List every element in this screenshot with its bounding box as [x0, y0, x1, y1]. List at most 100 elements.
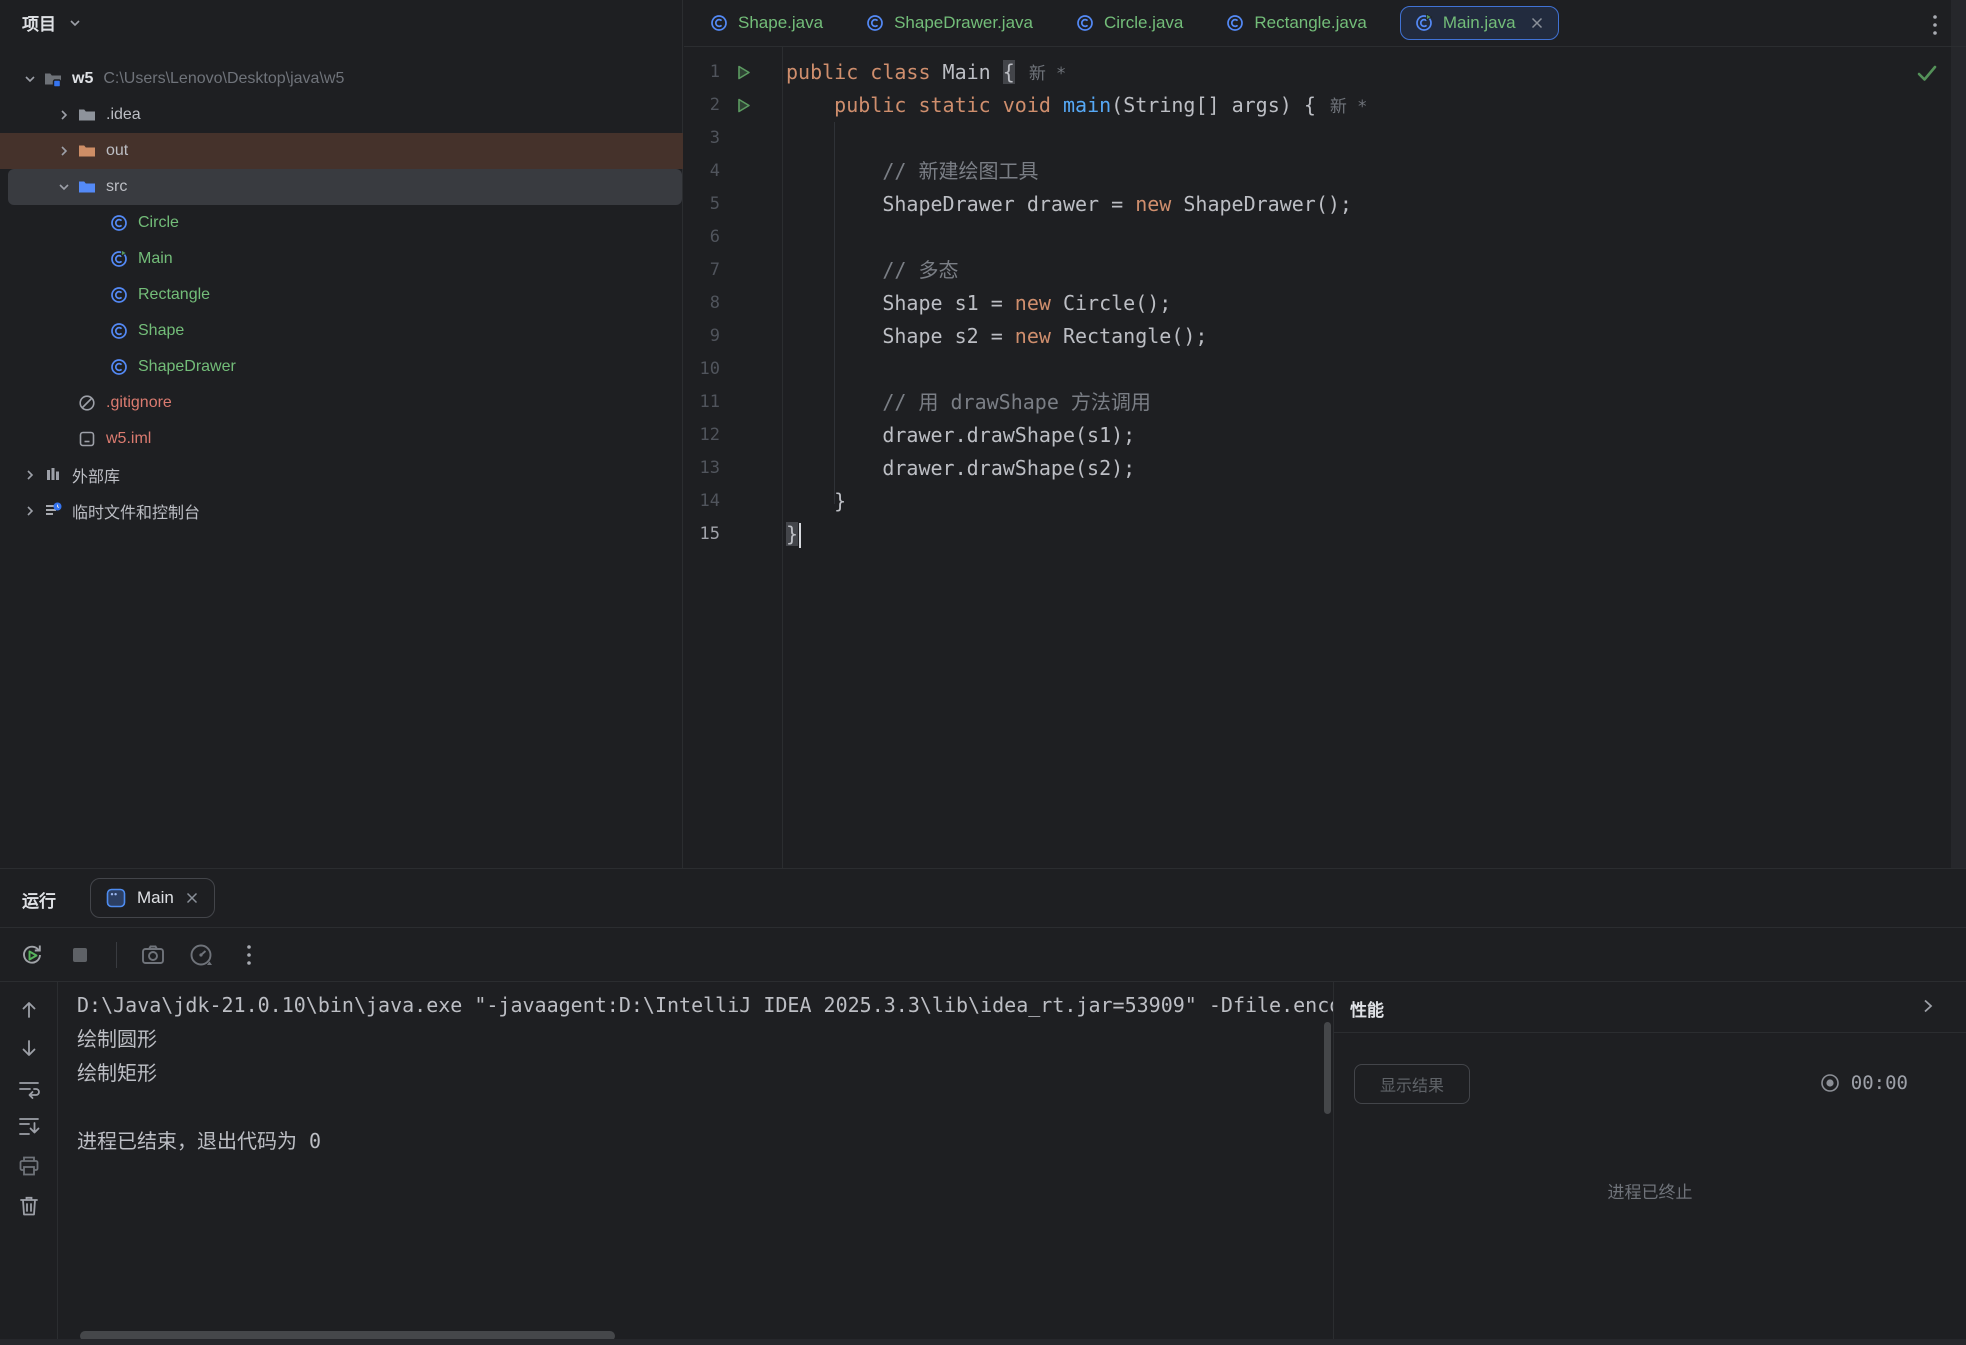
- snapshot-camera-button[interactable]: [139, 941, 167, 969]
- run-panel-title: 运行: [22, 887, 56, 912]
- code-line-7[interactable]: // 多态: [786, 254, 1950, 287]
- scroll-to-end-button[interactable]: [15, 1112, 43, 1140]
- java-class-icon: [108, 285, 130, 305]
- chevron-right-icon[interactable]: [1918, 996, 1938, 1016]
- stop-button[interactable]: [66, 941, 94, 969]
- scroll-up-button[interactable]: [15, 996, 43, 1024]
- tree-item-w5[interactable]: w5C:\Users\Lenovo\Desktop\java\w5: [0, 61, 683, 97]
- row-highlight: [0, 133, 683, 169]
- line-number: 3: [684, 122, 720, 155]
- chevron-right-icon[interactable]: [18, 466, 42, 484]
- code-line-10[interactable]: [786, 353, 1950, 386]
- close-icon[interactable]: [184, 890, 200, 906]
- row-highlight: [0, 349, 683, 385]
- code-line-1[interactable]: public class Main {新 *: [786, 56, 1950, 89]
- code-token: [906, 93, 918, 117]
- run-config-tab-main[interactable]: Main: [90, 878, 215, 918]
- code-line-14[interactable]: }: [786, 485, 1950, 518]
- ignored-file-icon: [76, 393, 98, 413]
- code-line-11[interactable]: // 用 drawShape 方法调用: [786, 386, 1950, 419]
- row-highlight: [0, 205, 683, 241]
- soft-wrap-button[interactable]: [15, 1074, 43, 1102]
- line-number: 8: [684, 287, 720, 320]
- profiler-gauge-button[interactable]: [187, 941, 215, 969]
- tree-item-.gitignore[interactable]: .gitignore: [0, 385, 683, 421]
- code-line-9[interactable]: Shape s2 = new Rectangle();: [786, 320, 1950, 353]
- tree-item-.idea[interactable]: .idea: [0, 97, 683, 133]
- code-line-2[interactable]: public static void main(String[] args) {…: [786, 89, 1950, 122]
- print-button[interactable]: [15, 1152, 43, 1180]
- run-line-icon[interactable]: [732, 89, 754, 122]
- code-token: [786, 93, 834, 117]
- chevron-right-icon[interactable]: [18, 502, 42, 520]
- more-options-kebab-button[interactable]: [235, 941, 263, 969]
- run-line-icon[interactable]: [732, 56, 754, 89]
- run-tool-window: 运行 Main D:\Java\jdk-21.0.10\bin\java.exe…: [0, 868, 1966, 1345]
- tree-item-label: Main: [138, 250, 173, 268]
- editor-tab-Rectangle.java[interactable]: Rectangle.java: [1204, 0, 1387, 47]
- tab-label: Main.java: [1443, 13, 1516, 33]
- editor-scrollbar-track[interactable]: [1951, 0, 1966, 868]
- code-token: }: [786, 522, 798, 546]
- line-number: 14: [684, 485, 720, 518]
- tree-item-label: .gitignore: [106, 394, 172, 412]
- chevron-right-icon[interactable]: [52, 106, 76, 124]
- scroll-down-button[interactable]: [15, 1034, 43, 1062]
- vcs-author-inlay-hint: 新 *: [1316, 97, 1367, 117]
- code-line-12[interactable]: drawer.drawShape(s1);: [786, 419, 1950, 452]
- line-number: 2: [684, 89, 720, 122]
- tree-item-ShapeDrawer[interactable]: ShapeDrawer: [0, 349, 683, 385]
- show-results-button[interactable]: 显示结果: [1354, 1064, 1470, 1104]
- more-options-icon[interactable]: [1926, 12, 1944, 38]
- code-token: void: [1003, 93, 1051, 117]
- line-number: 11: [684, 386, 720, 419]
- code-line-5[interactable]: ShapeDrawer drawer = new ShapeDrawer();: [786, 188, 1950, 221]
- code-token: // 新建绘图工具: [882, 159, 1038, 183]
- code-token: new: [1015, 324, 1051, 348]
- editor-tab-Circle.java[interactable]: Circle.java: [1054, 0, 1204, 47]
- project-tree: w5C:\Users\Lenovo\Desktop\java\w5.ideaou…: [0, 0, 682, 868]
- tree-item-Rectangle[interactable]: Rectangle: [0, 277, 683, 313]
- tree-item-Circle[interactable]: Circle: [0, 205, 683, 241]
- code-token: Rectangle();: [1051, 324, 1208, 348]
- code-token: [786, 258, 882, 282]
- tree-item-label: Rectangle: [138, 286, 210, 304]
- code-token: [786, 390, 882, 414]
- row-highlight: [0, 97, 683, 133]
- bottom-edge-strip: [0, 1339, 1966, 1345]
- java-class-icon: [108, 321, 130, 341]
- tab-label: Shape.java: [738, 13, 823, 33]
- code-line-4[interactable]: // 新建绘图工具: [786, 155, 1950, 188]
- text-caret: [799, 523, 801, 548]
- close-icon[interactable]: [1529, 15, 1545, 31]
- tree-item-临时文件和控制台[interactable]: 临时文件和控制台: [0, 493, 683, 529]
- run-toolbar: [0, 928, 1966, 981]
- tree-item-label: w5: [72, 70, 93, 88]
- code-line-8[interactable]: Shape s1 = new Circle();: [786, 287, 1950, 320]
- code-line-6[interactable]: [786, 221, 1950, 254]
- tree-item-src[interactable]: src: [0, 169, 683, 205]
- console-vertical-scrollbar[interactable]: [1324, 1022, 1331, 1114]
- tree-item-w5.iml[interactable]: w5.iml: [0, 421, 683, 457]
- chevron-down-icon[interactable]: [52, 178, 76, 196]
- line-number: 9: [684, 320, 720, 353]
- editor-tab-ShapeDrawer.java[interactable]: ShapeDrawer.java: [844, 0, 1054, 47]
- code-line-15[interactable]: }: [786, 518, 1950, 551]
- editor-tab-Shape.java[interactable]: Shape.java: [688, 0, 844, 47]
- gutter-separator: [782, 47, 783, 868]
- tree-item-外部库[interactable]: 外部库: [0, 457, 683, 493]
- code-token: public: [834, 93, 906, 117]
- code-line-13[interactable]: drawer.drawShape(s2);: [786, 452, 1950, 485]
- editor-tab-Main.java[interactable]: Main.java: [1400, 6, 1559, 40]
- tree-item-Shape[interactable]: Shape: [0, 313, 683, 349]
- editor-tab-bar: Shape.java ShapeDrawer.javaCircle.javaRec…: [684, 0, 1966, 47]
- console-output-area[interactable]: D:\Java\jdk-21.0.10\bin\java.exe "-javaa…: [59, 982, 1333, 1345]
- rerun-button[interactable]: [18, 941, 46, 969]
- tree-item-out[interactable]: out: [0, 133, 683, 169]
- chevron-down-icon[interactable]: [18, 70, 42, 88]
- code-line-3[interactable]: [786, 122, 1950, 155]
- chevron-right-icon[interactable]: [52, 142, 76, 160]
- clear-console-button[interactable]: [15, 1192, 43, 1220]
- tree-item-label: 外部库: [72, 463, 120, 487]
- tree-item-Main[interactable]: Main: [0, 241, 683, 277]
